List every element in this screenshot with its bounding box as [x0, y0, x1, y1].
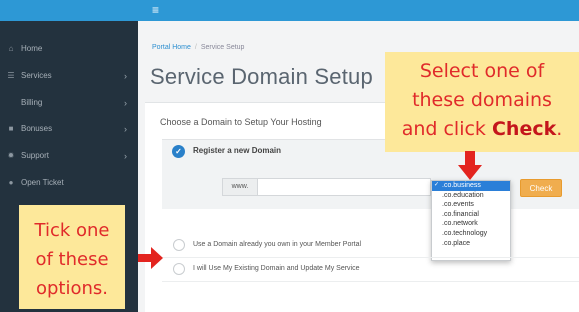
- comment-icon: ●: [8, 178, 14, 187]
- sidebar-item-label: Support: [21, 151, 50, 160]
- option-register-label[interactable]: Register a new Domain: [193, 146, 281, 155]
- sidebar-item-home[interactable]: ⌂ Home: [0, 36, 138, 62]
- panel-heading: Choose a Domain to Setup Your Hosting: [160, 117, 322, 127]
- option-update-label[interactable]: I will Use My Existing Domain and Update…: [193, 265, 360, 272]
- sidebar-item-open-ticket[interactable]: ● Open Ticket: [0, 170, 138, 196]
- tld-option[interactable]: .co.financial: [432, 210, 510, 220]
- callout-line: of these: [35, 249, 109, 270]
- www-prefix: www.: [222, 178, 258, 196]
- breadcrumb-home-link[interactable]: Portal Home: [152, 44, 191, 51]
- sidebar-item-billing[interactable]: Billing ›: [0, 90, 138, 116]
- top-bar: ≡: [0, 0, 579, 21]
- sidebar-item-label: Open Ticket: [21, 178, 64, 187]
- callout-line: Tick one: [34, 220, 110, 241]
- option-existing-label[interactable]: Use a Domain already you own in your Mem…: [193, 241, 361, 248]
- callout-line: and click Check.: [401, 118, 563, 140]
- callout-line: options.: [35, 278, 109, 299]
- breadcrumb: Portal Home / Service Setup: [152, 44, 244, 51]
- hamburger-icon[interactable]: ≡: [152, 2, 159, 18]
- chevron-right-icon: ›: [124, 98, 127, 108]
- option-divider: [162, 257, 579, 258]
- sidebar-item-label: Billing: [21, 98, 43, 107]
- home-icon: ⌂: [8, 44, 14, 53]
- tld-option[interactable]: .co.place: [432, 239, 510, 249]
- gift-icon: ■: [8, 124, 14, 133]
- domain-input[interactable]: [257, 178, 431, 196]
- breadcrumb-current: Service Setup: [200, 44, 245, 51]
- radio-update-service[interactable]: [173, 263, 185, 275]
- instruction-callout-top: Select one of these domains and click Ch…: [385, 52, 579, 152]
- checked-radio-icon[interactable]: ✓: [172, 145, 185, 158]
- arrow-down-icon: [458, 151, 482, 180]
- list-icon: ☰: [7, 71, 15, 80]
- tld-option[interactable]: .co.business: [432, 181, 510, 191]
- arrow-right-icon: [138, 247, 163, 269]
- tld-option[interactable]: .co.network: [432, 219, 510, 229]
- page-title: Service Domain Setup: [150, 64, 373, 89]
- radio-existing-domain[interactable]: [173, 239, 185, 251]
- callout-bold-check: Check: [491, 118, 557, 140]
- chevron-right-icon: ›: [124, 151, 127, 161]
- gear-icon: ✹: [7, 151, 15, 160]
- sidebar-item-label: Bonuses: [21, 124, 53, 133]
- chevron-right-icon: ›: [124, 124, 127, 134]
- sidebar-item-services[interactable]: ☰ Services ›: [0, 63, 138, 89]
- sidebar-item-support[interactable]: ✹ Support ›: [0, 143, 138, 169]
- tld-dropdown[interactable]: .co.business .co.education .co.events .c…: [431, 180, 511, 261]
- sidebar-item-bonuses[interactable]: ■ Bonuses ›: [0, 116, 138, 142]
- instruction-callout-left: Tick one of these options.: [19, 205, 125, 309]
- tld-option[interactable]: .co.education: [432, 191, 510, 201]
- sidebar-item-label: Services: [21, 71, 52, 80]
- chevron-right-icon: ›: [124, 71, 127, 81]
- check-button[interactable]: Check: [520, 179, 562, 197]
- option-divider: [162, 281, 579, 282]
- sidebar-item-label: Home: [21, 44, 43, 53]
- breadcrumb-separator: /: [194, 44, 197, 51]
- tld-option[interactable]: .co.events: [432, 200, 510, 210]
- callout-line: Select one of: [419, 60, 545, 82]
- tld-option[interactable]: .co.technology: [432, 229, 510, 239]
- callout-line: these domains: [412, 89, 552, 111]
